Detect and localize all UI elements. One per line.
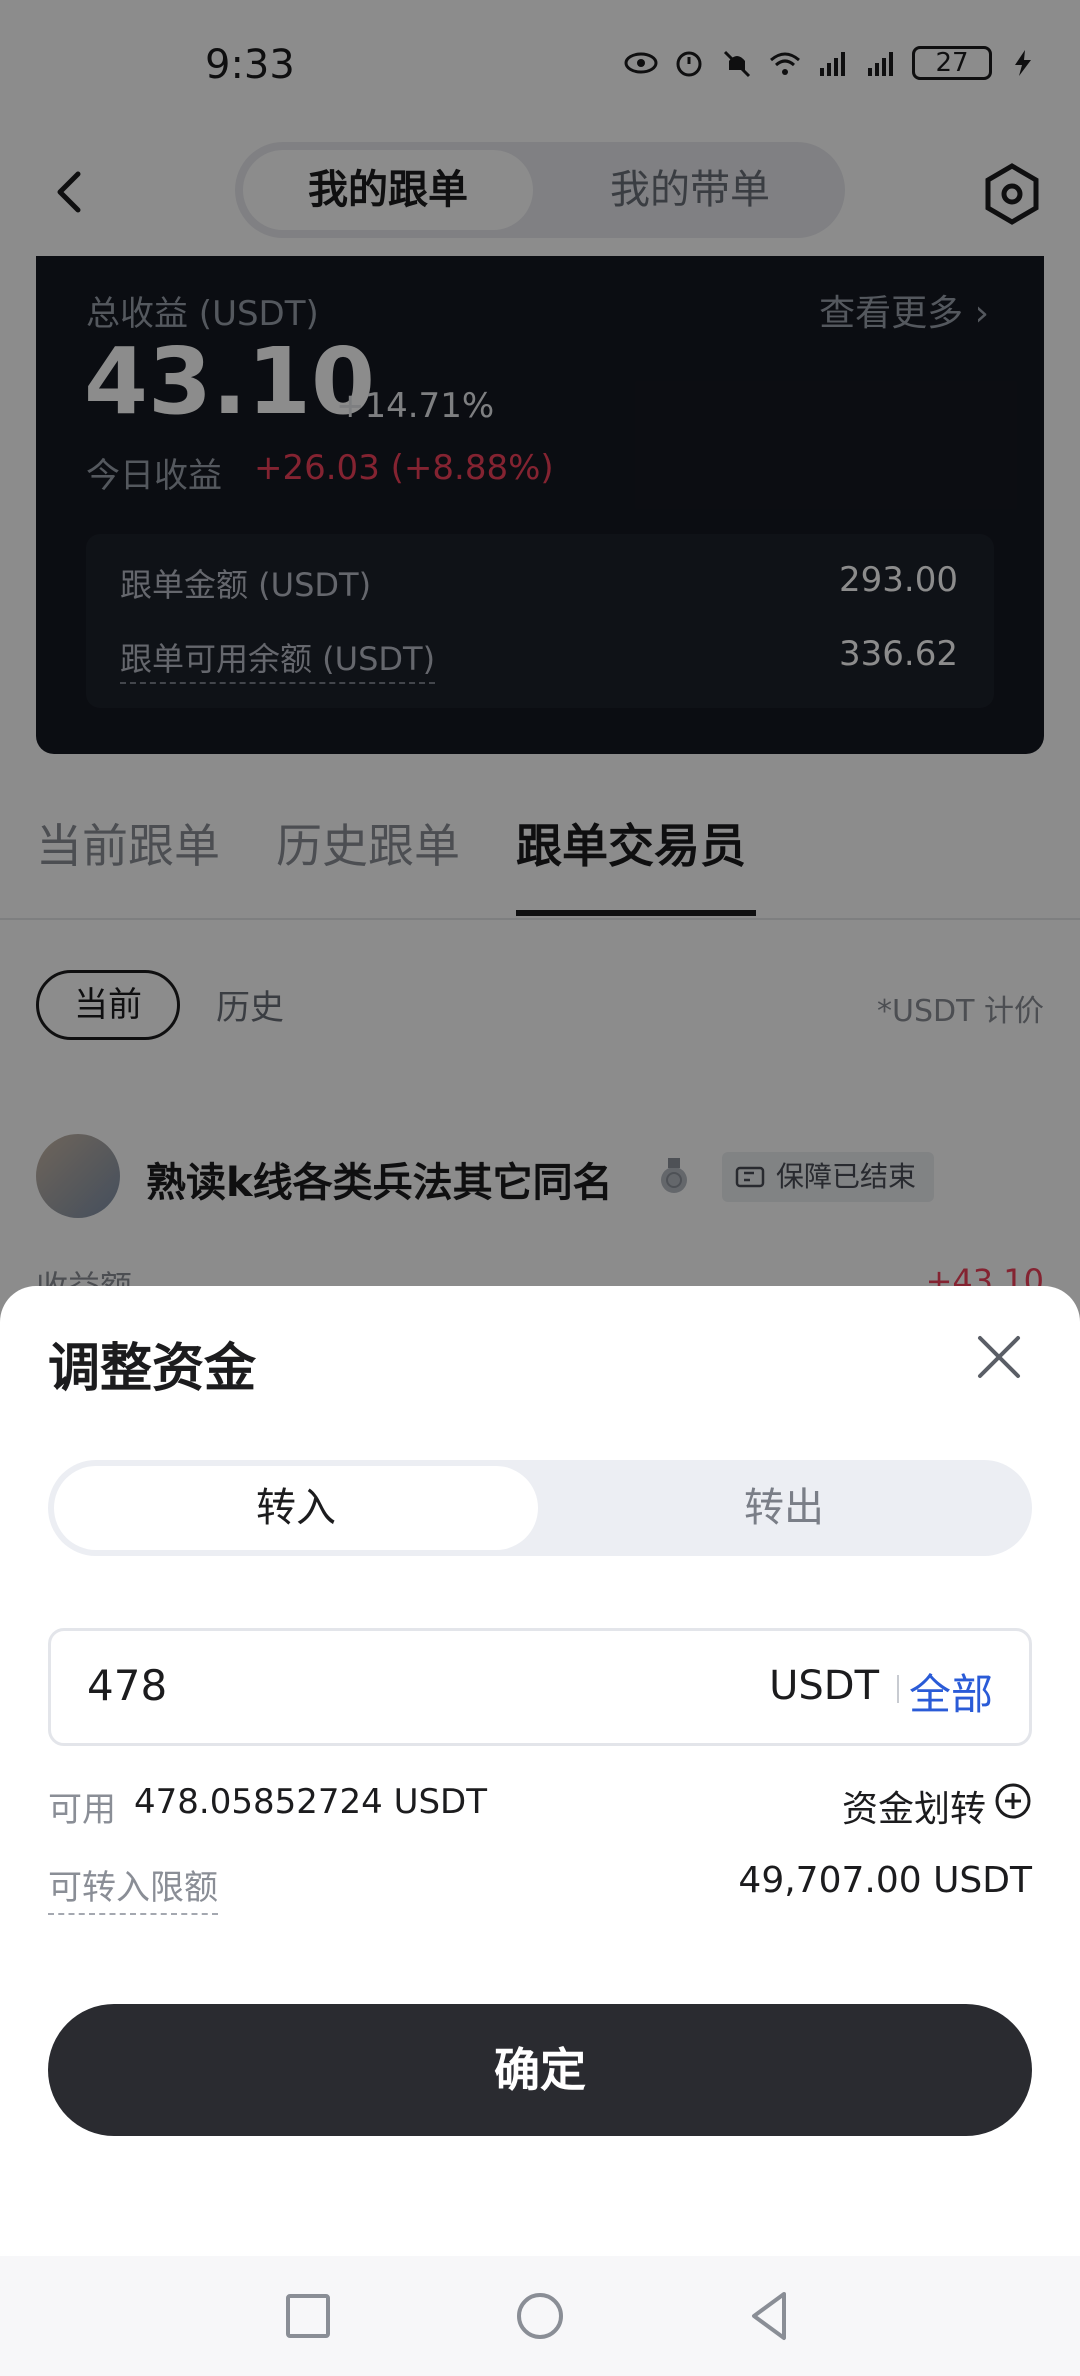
sheet-title: 调整资金: [48, 1339, 257, 1399]
tab-transfer-out[interactable]: 转出: [542, 1466, 1026, 1550]
available-label: 可用: [48, 1790, 116, 1830]
transfer-limit-label[interactable]: 可转入限额: [48, 1860, 218, 1915]
plus-circle-icon: [995, 1783, 1031, 1819]
amount-input[interactable]: 478 USDT 全部: [48, 1628, 1032, 1746]
confirm-button[interactable]: 确定: [48, 2004, 1032, 2136]
amount-unit: USDT: [769, 1663, 879, 1709]
amount-value[interactable]: 478: [87, 1661, 167, 1710]
available-value: 478.05852724 USDT: [134, 1782, 487, 1822]
transfer-limit-value: 49,707.00 USDT: [738, 1860, 1032, 1901]
fund-transfer-link[interactable]: 资金划转: [842, 1780, 1032, 1832]
system-nav-bar: [0, 2256, 1080, 2376]
direction-switch: 转入 转出: [48, 1460, 1032, 1556]
recent-apps-icon[interactable]: [278, 2286, 338, 2346]
max-button[interactable]: 全部: [909, 1661, 993, 1722]
home-icon[interactable]: [510, 2286, 570, 2346]
tab-transfer-in[interactable]: 转入: [54, 1466, 538, 1550]
adjust-funds-sheet: 调整资金 转入 转出 478 USDT 全部 可用 478.05852724 U…: [0, 1286, 1080, 2376]
close-icon[interactable]: [974, 1332, 1024, 1382]
divider: [897, 1675, 899, 1703]
back-nav-icon[interactable]: [740, 2286, 800, 2346]
